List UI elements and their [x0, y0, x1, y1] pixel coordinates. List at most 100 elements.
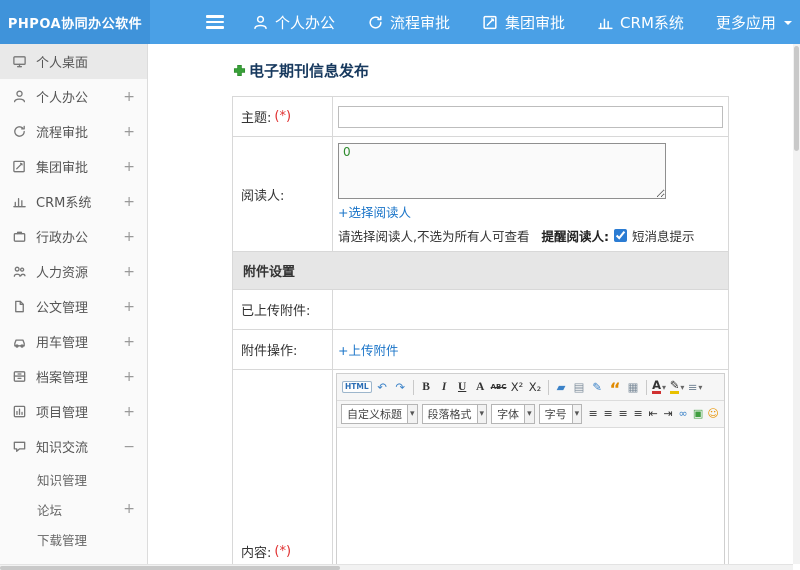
expand-toggle-icon[interactable]: + — [119, 299, 135, 315]
indent-increase-button[interactable]: ⇥ — [661, 405, 675, 424]
horizontal-scrollbar[interactable] — [0, 564, 793, 570]
remove-format-button[interactable]: ▰ — [553, 378, 570, 397]
undo-button[interactable]: ↶ — [374, 378, 391, 397]
toolbar-separator — [412, 379, 414, 395]
sidebar-subitem-3[interactable]: 下载管理 — [0, 524, 147, 554]
dropdown-arrow-icon: ▾ — [476, 405, 487, 423]
font-size-select[interactable]: 字号 ▾ — [538, 404, 583, 424]
bold-button[interactable]: B — [418, 378, 435, 397]
car-icon — [12, 334, 27, 349]
sidebar-item-5[interactable]: CRM系统 + — [0, 184, 147, 219]
expand-toggle-icon[interactable]: + — [119, 159, 135, 175]
paste-button[interactable]: ▤ — [571, 378, 588, 397]
font-button[interactable]: A — [472, 378, 489, 397]
nav-item-2[interactable]: 流程审批 — [367, 12, 450, 33]
readers-textarea[interactable] — [338, 143, 666, 199]
sms-reminder-checkbox[interactable] — [613, 229, 627, 242]
sidebar-item-9[interactable]: 用车管理 + — [0, 324, 147, 359]
expand-toggle-icon[interactable]: + — [119, 229, 135, 245]
sidebar-subitem-1[interactable]: 知识管理 — [0, 464, 147, 494]
sidebar-item-3[interactable]: 流程审批 + — [0, 114, 147, 149]
expand-toggle-icon[interactable]: + — [119, 264, 135, 280]
superscript-button[interactable]: X² — [509, 378, 526, 397]
expand-toggle-icon[interactable]: + — [119, 501, 135, 517]
content-label: 内容: — [241, 545, 272, 561]
select-readers-link[interactable]: +选择阅读人 — [338, 205, 411, 220]
italic-button[interactable]: I — [436, 378, 453, 397]
chart-icon — [597, 14, 614, 31]
align-center-button[interactable]: ≡ — [601, 405, 615, 424]
sidebar-item-11[interactable]: 项目管理 + — [0, 394, 147, 429]
layout: 个人桌面 个人办公 + 流程审批 + 集团审批 + CRM系统 + 行政办公 + 人力资源 + 公文管理 +… — [0, 44, 800, 570]
expand-toggle-icon[interactable]: + — [119, 404, 135, 420]
sidebar-subitem-2[interactable]: 论坛 + — [0, 494, 147, 524]
upload-attachment-link[interactable]: +上传附件 — [338, 340, 398, 359]
sidebar-item-label: 集团审批 — [36, 161, 89, 176]
attachment-section-row: 附件设置 — [233, 252, 728, 290]
align-right-button[interactable]: ≡ — [616, 405, 630, 424]
editor-toolbar-row1: HTML ↶ ↷ B I U A ABC X² X₂ ▰ ▤ ✎ “▦ A ▾ ✎ ▾ ≡ ▾ — [337, 374, 724, 401]
highlight-color-button[interactable]: ✎ ▾ — [669, 378, 686, 397]
uploaded-attachments-value — [333, 290, 728, 329]
nav-item-4[interactable]: CRM系统 — [597, 12, 684, 33]
sidebar-item-7[interactable]: 人力资源 + — [0, 254, 147, 289]
sidebar-item-1[interactable]: 个人桌面 — [0, 44, 147, 79]
page-title: 电子期刊信息发布 — [232, 60, 800, 81]
sidebar-item-12[interactable]: 知识交流 − — [0, 429, 147, 464]
indent-decrease-button[interactable]: ⇤ — [646, 405, 660, 424]
attachment-actions-label: 附件操作: — [241, 344, 298, 359]
map-button[interactable]: ⚑ — [721, 405, 724, 424]
dropdown-arrow-icon: ▾ — [524, 405, 534, 423]
image-button[interactable]: ▣ — [691, 405, 705, 424]
nav-item-3[interactable]: 集团审批 — [482, 12, 565, 33]
expand-toggle-icon[interactable]: + — [119, 124, 135, 140]
align-left-button[interactable]: ≡ — [586, 405, 600, 424]
editor-toolbar-row2: 自定义标题▾段落格式▾字体▾字号▾≡≡≡≡⇤⇥∞▣☺⚑ — [337, 401, 724, 428]
strikethrough-button[interactable]: ABC — [490, 378, 508, 397]
expand-toggle-icon[interactable]: + — [119, 89, 135, 105]
align-justify-button[interactable]: ≡ — [631, 405, 645, 424]
html-source-button[interactable]: HTML — [341, 378, 373, 397]
paragraph-format-select[interactable]: 段落格式 ▾ — [421, 404, 488, 424]
sidebar-menu: 个人桌面 个人办公 + 流程审批 + 集团审批 + CRM系统 + 行政办公 + 人力资源 + 公文管理 +… — [0, 44, 147, 570]
underline-button[interactable]: U — [454, 378, 471, 397]
sidebar-subitem-label: 下载管理 — [37, 532, 88, 548]
remind-readers-label: 提醒阅读人: — [541, 229, 609, 244]
redo-button[interactable]: ↷ — [392, 378, 409, 397]
blockquote-button[interactable]: “ — [607, 378, 624, 399]
subject-input[interactable] — [338, 105, 723, 128]
link-button[interactable]: ∞ — [676, 405, 690, 424]
sidebar-item-10[interactable]: 档案管理 + — [0, 359, 147, 394]
expand-toggle-icon[interactable]: + — [119, 369, 135, 385]
nav-item-1[interactable]: 个人办公 — [252, 12, 335, 33]
vertical-scrollbar[interactable] — [793, 44, 800, 564]
custom-title-select[interactable]: 自定义标题 ▾ — [341, 404, 418, 424]
toolbar-separator — [645, 379, 647, 395]
readers-row: 阅读人: +选择阅读人 请选择阅读人,不选为所有人可查看 提醒阅读人: 短消息提… — [233, 137, 728, 252]
horizontal-scrollbar-thumb[interactable] — [0, 566, 340, 570]
approve-icon — [12, 159, 27, 174]
font-color-button[interactable]: A ▾ — [651, 378, 668, 397]
emoticon-button[interactable]: ☺ — [706, 405, 720, 424]
sidebar-item-6[interactable]: 行政办公 + — [0, 219, 147, 254]
expand-toggle-icon[interactable]: − — [119, 439, 135, 455]
list-style-button[interactable]: ≡ ▾ — [687, 378, 704, 397]
sidebar-subitem-label: 论坛 — [37, 502, 63, 518]
sidebar-item-4[interactable]: 集团审批 + — [0, 149, 147, 184]
publish-form: 主题: (*) 阅读人: +选择阅读人 — [232, 96, 729, 570]
subscript-button[interactable]: X₂ — [527, 378, 544, 397]
vertical-scrollbar-thumb[interactable] — [794, 46, 799, 151]
top-nav: 个人办公 流程审批 集团审批 CRM系统 更多应用 — [252, 12, 792, 33]
menu-toggle-icon[interactable] — [206, 15, 224, 29]
sidebar-item-8[interactable]: 公文管理 + — [0, 289, 147, 324]
sidebar-item-2[interactable]: 个人办公 + — [0, 79, 147, 114]
format-painter-button[interactable]: ✎ — [589, 378, 606, 397]
editor-content-area[interactable] — [337, 428, 724, 570]
expand-toggle-icon[interactable]: + — [119, 334, 135, 350]
nav-item-5[interactable]: 更多应用 — [716, 12, 792, 33]
nav-item-label: 集团审批 — [505, 13, 566, 32]
table-button[interactable]: ▦ — [625, 378, 642, 397]
font-family-select[interactable]: 字体 ▾ — [491, 404, 535, 424]
chat-icon — [12, 439, 27, 454]
expand-toggle-icon[interactable]: + — [119, 194, 135, 210]
